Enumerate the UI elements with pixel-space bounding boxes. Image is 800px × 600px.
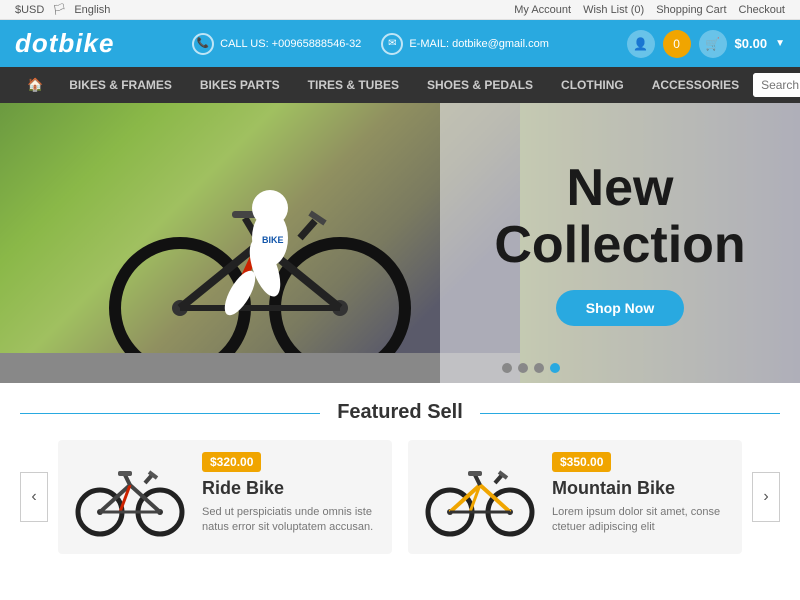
featured-section: Featured Sell ‹ bbox=[0, 383, 800, 564]
hero-banner: BIKE New Collection Shop Now bbox=[0, 103, 800, 383]
product-price-2: $350.00 bbox=[552, 452, 611, 472]
cyclist-image: BIKE bbox=[100, 153, 420, 353]
nav-tires-tubes[interactable]: TIRES & TUBES bbox=[294, 68, 413, 102]
nav-bikes-frames[interactable]: BIKES & FRAMES bbox=[55, 68, 186, 102]
search-area: 🔍 bbox=[753, 73, 800, 97]
bike-image-1 bbox=[70, 457, 190, 537]
top-bar-right: My Account Wish List (0) Shopping Cart C… bbox=[514, 4, 785, 16]
shop-now-button[interactable]: Shop Now bbox=[556, 290, 684, 326]
product-name-2: Mountain Bike bbox=[552, 478, 730, 499]
product-name-1: Ride Bike bbox=[202, 478, 380, 499]
currency-selector[interactable]: $USD bbox=[15, 4, 44, 16]
email-contact: ✉ E-MAIL: dotbike@gmail.com bbox=[381, 33, 549, 55]
nav-shoes-pedals[interactable]: SHOES & PEDALS bbox=[413, 68, 547, 102]
phone-label: CALL US: +00965888546-32 bbox=[220, 38, 361, 50]
nav-accessories[interactable]: ACCESSORIES bbox=[638, 68, 753, 102]
wish-list-link[interactable]: Wish List (0) bbox=[583, 4, 644, 16]
hero-title: New Collection bbox=[494, 160, 745, 274]
cart-dropdown-icon[interactable]: ▼ bbox=[775, 38, 785, 49]
product-image-1 bbox=[70, 452, 190, 542]
nav-home[interactable]: 🏠 bbox=[15, 67, 55, 103]
cart-icon[interactable]: 🛒 bbox=[699, 30, 727, 58]
lang-flag: 🏳 bbox=[52, 3, 66, 16]
slider-dots bbox=[502, 363, 560, 373]
bike-image-2 bbox=[420, 457, 540, 537]
cart-badge-icon[interactable]: 0 bbox=[663, 30, 691, 58]
nav-clothing[interactable]: CLOTHING bbox=[547, 68, 638, 102]
next-arrow-button[interactable]: › bbox=[752, 472, 780, 522]
search-input[interactable] bbox=[753, 73, 800, 97]
cart-count: 0 bbox=[673, 37, 680, 51]
featured-title: Featured Sell bbox=[20, 401, 780, 424]
product-desc-2: Lorem ipsum dolor sit amet, conse ctetue… bbox=[552, 505, 730, 536]
product-desc-1: Sed ut perspiciatis unde omnis iste natu… bbox=[202, 505, 380, 536]
top-bar-left: $USD 🏳 English bbox=[15, 3, 110, 16]
language-selector[interactable]: English bbox=[74, 4, 110, 16]
slide-dot-1[interactable] bbox=[502, 363, 512, 373]
site-logo[interactable]: dotbike bbox=[15, 28, 114, 59]
nav-bikes-parts[interactable]: BIKES PARTS bbox=[186, 68, 294, 102]
product-price-1: $320.00 bbox=[202, 452, 261, 472]
phone-contact: 📞 CALL US: +00965888546-32 bbox=[192, 33, 361, 55]
search-box: 🔍 bbox=[753, 73, 800, 97]
product-info-1: $320.00 Ride Bike Sed ut perspiciatis un… bbox=[202, 452, 380, 542]
svg-text:BIKE: BIKE bbox=[262, 235, 284, 245]
navigation: 🏠 BIKES & FRAMES BIKES PARTS TIRES & TUB… bbox=[0, 67, 800, 103]
header-contact: 📞 CALL US: +00965888546-32 ✉ E-MAIL: dot… bbox=[192, 33, 549, 55]
user-icon[interactable]: 👤 bbox=[627, 30, 655, 58]
phone-icon: 📞 bbox=[192, 33, 214, 55]
slide-dot-4[interactable] bbox=[550, 363, 560, 373]
slide-dot-2[interactable] bbox=[518, 363, 528, 373]
email-icon: ✉ bbox=[381, 33, 403, 55]
prev-arrow-button[interactable]: ‹ bbox=[20, 472, 48, 522]
product-card-2: $350.00 Mountain Bike Lorem ipsum dolor … bbox=[408, 440, 742, 554]
header: dotbike 📞 CALL US: +00965888546-32 ✉ E-M… bbox=[0, 20, 800, 67]
product-card-1: $320.00 Ride Bike Sed ut perspiciatis un… bbox=[58, 440, 392, 554]
shopping-cart-link[interactable]: Shopping Cart bbox=[656, 4, 726, 16]
top-bar: $USD 🏳 English My Account Wish List (0) … bbox=[0, 0, 800, 20]
email-label: E-MAIL: dotbike@gmail.com bbox=[409, 38, 549, 50]
products-row: ‹ bbox=[20, 440, 780, 554]
slide-dot-3[interactable] bbox=[534, 363, 544, 373]
header-icons: 👤 0 🛒 $0.00 ▼ bbox=[627, 30, 785, 58]
product-image-2 bbox=[420, 452, 540, 542]
products-container: $320.00 Ride Bike Sed ut perspiciatis un… bbox=[48, 440, 752, 554]
checkout-link[interactable]: Checkout bbox=[739, 4, 785, 16]
my-account-link[interactable]: My Account bbox=[514, 4, 571, 16]
hero-title-line2: Collection bbox=[494, 217, 745, 274]
cart-total[interactable]: $0.00 bbox=[735, 36, 768, 51]
product-info-2: $350.00 Mountain Bike Lorem ipsum dolor … bbox=[552, 452, 730, 542]
hero-overlay: New Collection Shop Now bbox=[440, 103, 800, 383]
hero-title-line1: New bbox=[494, 160, 745, 217]
